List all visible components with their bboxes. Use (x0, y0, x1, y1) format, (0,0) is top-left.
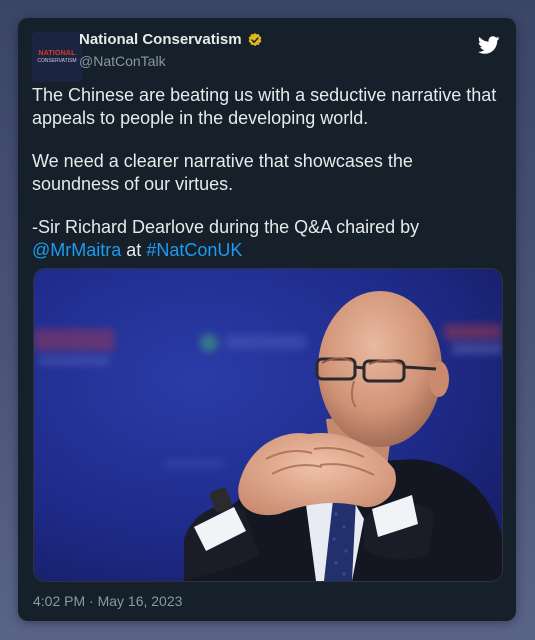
tweet-timestamp[interactable]: 4:02 PM · May 16, 2023 (33, 593, 182, 609)
twitter-bird-icon[interactable] (478, 34, 500, 56)
avatar-text-national: NATIONAL (38, 49, 76, 57)
tweet-paragraph-2: We need a clearer narrative that showcas… (32, 151, 413, 194)
avatar[interactable]: NATIONAL CONSERVATISM (32, 32, 82, 82)
tweet-card[interactable]: NATIONAL CONSERVATISM National Conservat… (18, 18, 516, 621)
verified-badge-icon (248, 32, 261, 46)
display-name[interactable]: National Conservatism (79, 31, 242, 48)
tweet-paragraph-3: -Sir Richard Dearlove during the Q&A cha… (32, 216, 502, 262)
tweet-photo-illustration (34, 269, 502, 581)
at-word: at (126, 240, 142, 260)
mention-link[interactable]: @MrMaitra (32, 240, 121, 260)
avatar-text-conservatism: CONSERVATISM (37, 57, 77, 64)
account-name-row: National Conservatism (79, 31, 263, 48)
tweet-photo[interactable] (33, 268, 503, 582)
hashtag-link[interactable]: #NatConUK (146, 240, 242, 260)
account-handle[interactable]: @NatConTalk (79, 53, 166, 69)
tweet-paragraph-3-text: -Sir Richard Dearlove during the Q&A cha… (32, 217, 420, 237)
tweet-paragraph-1: The Chinese are beating us with a seduct… (32, 85, 497, 128)
tweet-text: The Chinese are beating us with a seduct… (32, 84, 502, 282)
